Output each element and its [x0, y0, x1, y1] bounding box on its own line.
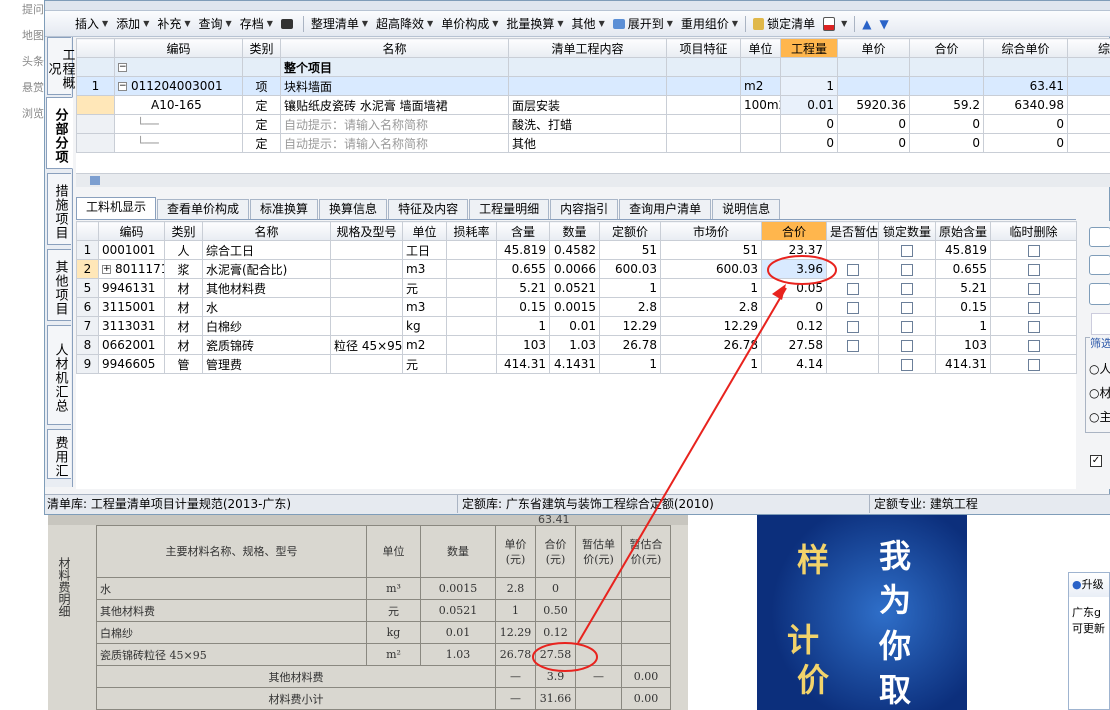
arrow-line	[577, 287, 787, 644]
highlight-circle-photo	[532, 642, 598, 672]
annotation-overlay	[532, 255, 837, 672]
highlight-circle-software	[767, 255, 837, 285]
screen: 提问 地图 头条 悬赏 浏览 插入 ▼ 添加 ▼ 补充 ▼ 查询 ▼ 存档 ▼ 整理清单 ▼…	[0, 0, 1110, 710]
arrow-head-icon	[772, 284, 786, 300]
